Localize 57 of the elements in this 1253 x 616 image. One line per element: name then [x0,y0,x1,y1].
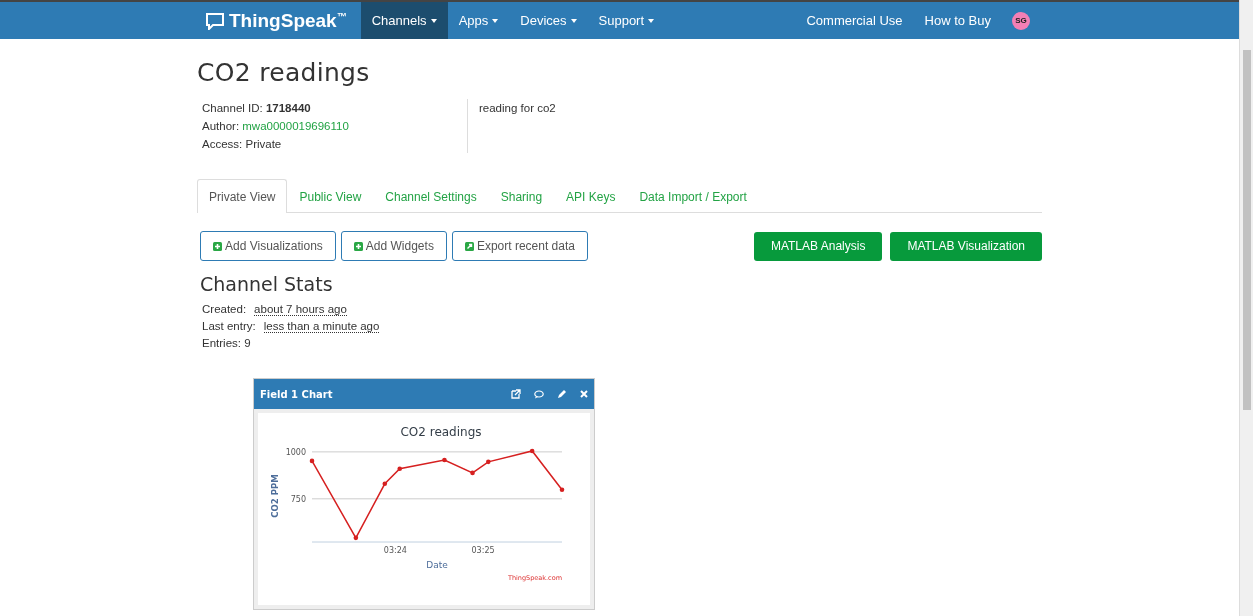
tab[interactable]: Private View [197,179,288,213]
data-point [486,459,491,465]
y-axis-title: CO2 PPM [270,474,280,518]
x-tick-label: 03:25 [471,546,495,555]
data-point [382,481,388,487]
section-title: Channel Stats [200,273,334,295]
data-point [309,458,315,464]
data-point [470,470,475,476]
logo-text[interactable]: ThingSpeak$^{™}$ [229,9,347,32]
tab[interactable]: API Keys [554,179,628,213]
chart-title: CO2 readings [400,425,482,439]
author-link[interactable]: mwa0000019696110 [242,120,349,132]
data-point [559,487,565,493]
pencil-icon[interactable] [557,389,567,399]
access-level: Access: Private [202,137,283,152]
close-icon[interactable] [580,390,588,398]
channel-description: reading for co2 [479,101,556,116]
plus-square-icon [213,241,222,251]
avatar[interactable]: SG [1012,11,1030,30]
external-link-icon[interactable] [511,389,521,399]
nav-menu[interactable]: Apps [447,2,510,39]
action-button[interactable]: Export recent data [451,231,588,261]
tab[interactable]: Channel Settings [373,179,489,213]
arrow-square-icon [464,241,474,251]
nav-menu[interactable]: Channels [360,2,448,39]
matlab-button[interactable]: MATLAB Visualization [890,231,1042,261]
stat-label: Created: [202,303,247,315]
x-axis-title: Date [426,560,448,570]
nav-link[interactable]: Commercial Use [795,13,914,28]
tab[interactable]: Data Import / Export [627,179,759,213]
data-point [442,457,447,463]
x-tick-label: 03:24 [383,546,407,555]
y-tick-label: 750 [290,494,306,504]
channel-id: Channel ID: 1718440 [202,101,312,116]
y-tick-label: 1000 [285,447,306,457]
data-point [529,448,535,454]
action-button[interactable]: Add Widgets [340,231,447,261]
stat-value: about 7 hours ago [254,303,347,316]
stat-value: less than a minute ago [263,320,380,333]
channel-title: CO2 readings [197,58,371,87]
stat-label: Last entry: [202,320,256,332]
action-button[interactable]: Add Visualizations [200,231,336,261]
nav-menu[interactable]: Devices [509,2,588,39]
tab[interactable]: Sharing [488,179,555,213]
widget-title: Field 1 Chart [260,388,334,400]
nav-menu[interactable]: Support [587,2,666,39]
data-point [353,535,359,541]
plus-square-icon [353,241,363,251]
chat-bubble-icon [205,11,225,30]
scrollbar[interactable] [1239,0,1253,616]
matlab-button[interactable]: MATLAB Analysis [753,231,883,261]
author-label: Author: [202,120,241,132]
tab[interactable]: Public View [287,179,374,213]
speech-bubble-icon[interactable] [534,389,544,399]
nav-link[interactable]: How to Buy [913,13,1002,28]
data-point [397,466,402,472]
entries-count: Entries: 9 [202,336,252,351]
